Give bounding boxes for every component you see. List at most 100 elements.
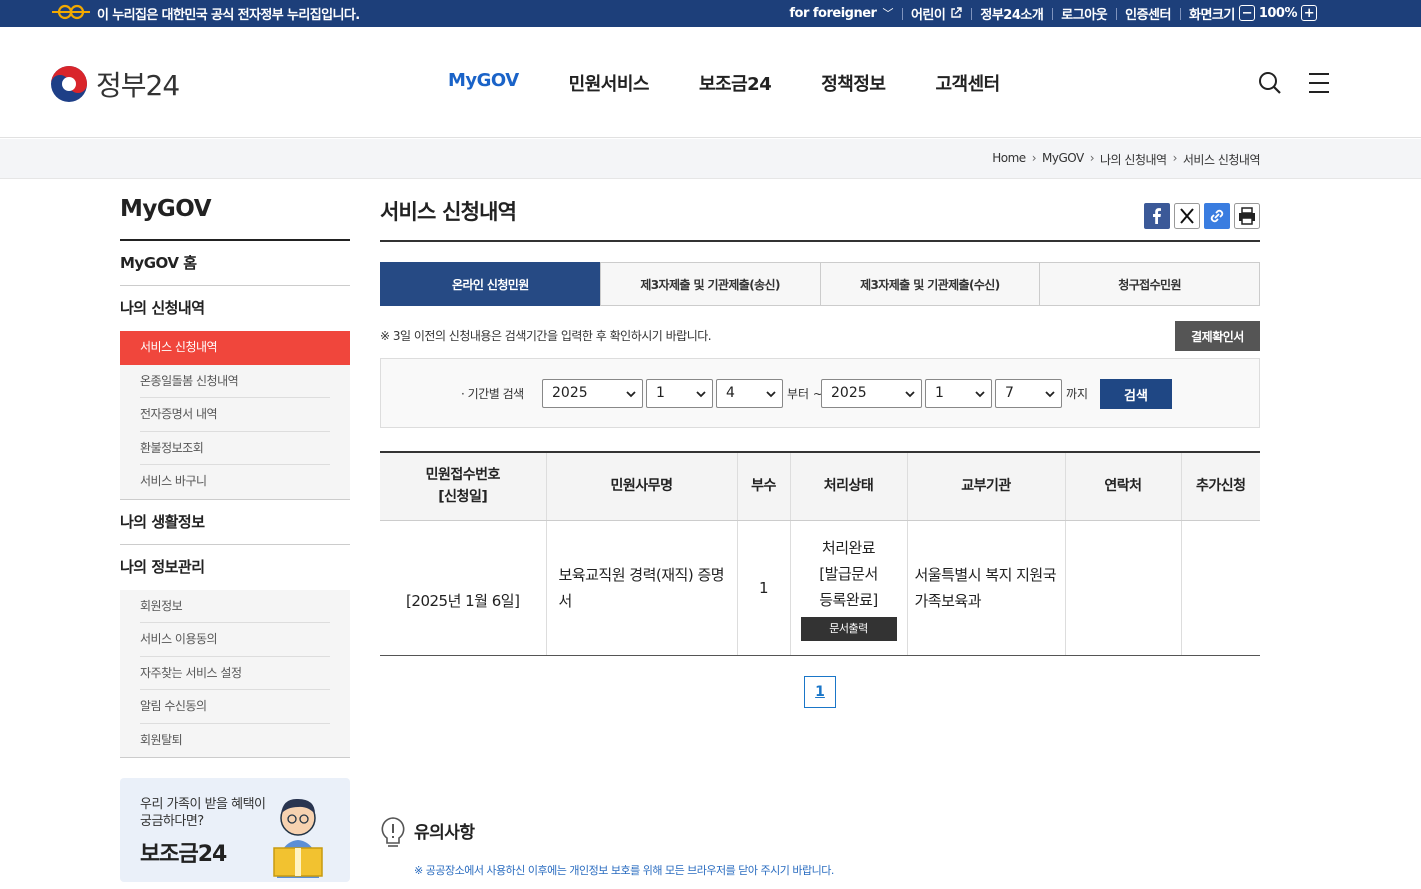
egov-logo-icon [52,4,90,20]
x-icon [1174,203,1200,229]
chevron-down-icon [905,391,915,398]
to-year-select[interactable]: 2025 [821,379,922,408]
to-month-select[interactable]: 1 [925,379,992,408]
sidebar-item-service-consent[interactable]: 서비스 이용동의 [140,623,330,657]
breadcrumb-my-applications[interactable]: 나의 신청내역 [1100,151,1167,168]
utility-menu: for foreigner ﹀ 어린이 정부24소개 로그아웃 인증센터 화면크기… [780,2,1330,24]
search-icon[interactable] [1258,71,1282,95]
nav-mygov[interactable]: MyGOV [448,70,519,96]
chevron-right-icon: › [1031,151,1037,165]
col-service-name: 민원사무명 [545,452,737,521]
sidebar-item-info-management[interactable]: 나의 정보관리 [120,545,350,590]
print-page-button[interactable] [1234,203,1260,229]
sidebar-item-mygov-home[interactable]: MyGOV 홈 [120,241,350,286]
gov-banner: 이 누리집은 대한민국 공식 전자정부 누리집입니다. for foreigne… [0,0,1421,27]
breadcrumb-mygov[interactable]: MyGOV [1042,151,1084,168]
chevron-down-icon [696,391,706,398]
search-button[interactable]: 검색 [1100,379,1172,409]
facebook-icon [1144,203,1170,229]
logout-link[interactable]: 로그아웃 [1052,4,1116,23]
nav-policy[interactable]: 정책정보 [821,70,886,96]
period-search-box: · 기간별 검색 2025 1 4 부터 ~ 2025 1 7 까지 검색 [380,358,1260,428]
nav-customer-center[interactable]: 고객센터 [935,70,1000,96]
chevron-right-icon: › [1089,151,1095,165]
sidebar-item-service-basket[interactable]: 서비스 바구니 [140,465,330,499]
cell-service-name[interactable]: 보육교직원 경력(재직) 증명서 [545,520,737,656]
sidebar-item-notification-consent[interactable]: 알림 수신동의 [140,690,330,724]
banner-text: 우리 가족이 받을 혜택이 궁금하다면? [140,797,266,829]
sidebar-item-service-applications[interactable]: 서비스 신청내역 [120,331,350,365]
facebook-share-button[interactable] [1144,203,1170,229]
cell-receipt-date: [2025년 1월 6일] [380,520,546,656]
applications-table: 민원접수번호 [신청일] 민원사무명 부수 처리상태 교부기관 연락처 추가신청… [380,451,1260,656]
sidebar-item-favorite-services[interactable]: 자주찾는 서비스 설정 [140,657,330,690]
zoom-in-button[interactable]: + [1301,5,1317,21]
nav-subsidy24[interactable]: 보조금24 [699,70,772,96]
col-status: 처리상태 [789,452,907,521]
kids-link[interactable]: 어린이 [901,4,971,23]
from-year-select[interactable]: 2025 [542,379,643,408]
foreigner-link[interactable]: for foreigner ﹀ [780,5,902,21]
breadcrumb-home[interactable]: Home [992,151,1026,168]
sidebar-item-withdraw[interactable]: 회원탈퇴 [140,724,330,758]
brand-name: 정부24 [96,69,180,102]
link-icon [1204,203,1230,229]
to-day-select[interactable]: 7 [995,379,1062,408]
cell-copies: 1 [736,520,790,656]
sidebar-item-all-day-care[interactable]: 온종일돌봄 신청내역 [140,365,330,398]
nav-civil-service[interactable]: 민원서비스 [569,70,650,96]
breadcrumb-current: 서비스 신청내역 [1182,153,1261,167]
cell-status: 처리완료 [발급문서 등록완료] 문서출력 [789,520,907,656]
status-detail: [발급문서 등록완료] [819,564,878,609]
share-tools [1144,203,1260,229]
cell-issuing-agency: 서울특별시 복지 지원국 가족보육과 [906,520,1065,656]
about-link[interactable]: 정부24소개 [971,4,1052,23]
caution-title: 유의사항 [414,823,475,843]
external-link-icon [951,7,963,18]
header-actions [1258,71,1330,95]
tab-claim-applications[interactable]: 청구접수민원 [1039,262,1260,306]
sidebar-submenu-applications: 서비스 신청내역 온종일돌봄 신청내역 전자증명서 내역 환불정보조회 서비스 … [120,331,350,500]
zoom-out-button[interactable]: − [1238,5,1255,21]
site-header: 정부24 MyGOV 민원서비스 보조금24 정책정보 고객센터 [0,27,1421,138]
sidebar-item-my-applications[interactable]: 나의 신청내역 [120,286,350,331]
period-search-label: · 기간별 검색 [461,387,524,401]
col-receipt-number: 민원접수번호 [신청일] [380,452,546,521]
table-header-row: 민원접수번호 [신청일] 민원사무명 부수 처리상태 교부기관 연락처 추가신청 [380,452,1260,521]
lightbulb-icon [381,817,405,847]
main-content: 서비스 신청내역 온라인 신청민원 제3자제출 및 기관제출(송신) 제3자제출… [380,196,1260,877]
site-logo[interactable]: 정부24 [50,64,180,104]
from-month-select[interactable]: 1 [646,379,713,408]
sidebar-item-life-info[interactable]: 나의 생활정보 [120,500,350,545]
notice-row: ※ 3일 이전의 신청내용은 검색기간을 입력한 후 확인하시기 바랍니다. 결… [380,321,1260,351]
sidebar-item-member-info[interactable]: 회원정보 [140,590,330,623]
col-issuing-agency: 교부기관 [906,452,1065,521]
tab-online-applications[interactable]: 온라인 신청민원 [380,262,601,306]
sidebar-item-refund-info[interactable]: 환불정보조회 [140,432,330,465]
search-period-notice: ※ 3일 이전의 신청내용은 검색기간을 입력한 후 확인하시기 바랍니다. [380,329,712,343]
taegeuk-logo-icon [51,66,87,102]
status-text: 처리완료 [821,538,876,557]
cert-center-link[interactable]: 인증센터 [1116,4,1180,23]
pagination-page-1[interactable]: 1 [804,676,836,708]
chevron-down-icon [1045,391,1055,398]
tab-third-party-received[interactable]: 제3자제출 및 기관제출(수신) [819,262,1041,306]
tab-third-party-sent[interactable]: 제3자제출 및 기관제출(송신) [599,262,821,306]
payment-confirmation-button[interactable]: 결제확인서 [1175,321,1260,351]
copy-link-button[interactable] [1204,203,1230,229]
cell-contact [1064,520,1181,656]
printer-icon [1234,203,1260,229]
chevron-right-icon: › [1172,151,1178,165]
sidebar-submenu-info: 회원정보 서비스 이용동의 자주찾는 서비스 설정 알림 수신동의 회원탈퇴 [120,589,350,758]
x-share-button[interactable] [1174,203,1200,229]
person-with-gift-icon [273,798,323,878]
print-document-button[interactable]: 문서출력 [800,616,897,641]
subsidy24-banner[interactable]: 우리 가족이 받을 혜택이 궁금하다면? 보조금24 [120,778,350,882]
breadcrumb: Home › MyGOV › 나의 신청내역 › 서비스 신청내역 [992,151,1260,168]
sidebar: MyGOV MyGOV 홈 나의 신청내역 서비스 신청내역 온종일돌봄 신청내… [120,196,350,882]
from-day-select[interactable]: 4 [716,379,783,408]
hamburger-menu-icon[interactable] [1308,71,1330,95]
sidebar-item-e-certificates[interactable]: 전자증명서 내역 [140,398,330,432]
table-row: [2025년 1월 6일] 보육교직원 경력(재직) 증명서 1 처리완료 [발… [380,520,1260,656]
from-word: 부터 ~ [787,387,823,401]
